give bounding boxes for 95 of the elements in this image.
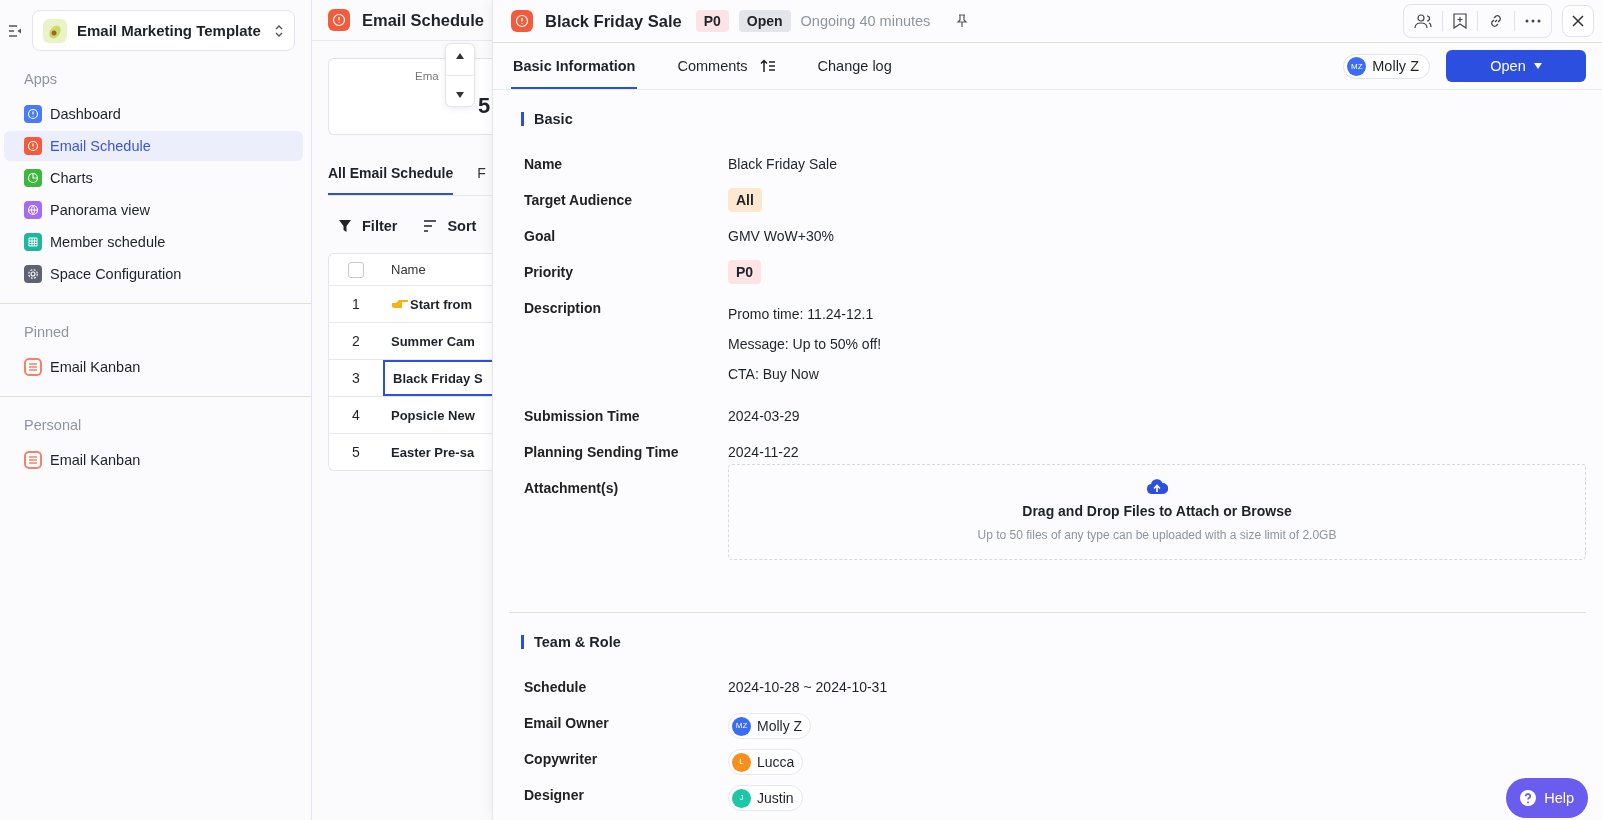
- filter-icon: [338, 219, 352, 233]
- sidebar-item[interactable]: Email Kanban: [4, 445, 303, 475]
- caret-icon: [1533, 63, 1542, 69]
- column-header: Name: [390, 262, 427, 277]
- record-title: Black Friday Sale: [545, 11, 682, 31]
- alert-app-icon: [511, 10, 533, 32]
- field-value: 2024-10-28 ~ 2024-10-31: [728, 679, 888, 695]
- pointing-hand-icon: [391, 298, 409, 310]
- question-icon: [1520, 790, 1537, 806]
- sidebar-item[interactable]: Dashboard: [4, 99, 303, 129]
- help-button[interactable]: Help: [1506, 778, 1588, 818]
- sidebar-item[interactable]: Member schedule: [4, 227, 303, 257]
- field-label: Description: [524, 299, 602, 318]
- assignee-chip[interactable]: MZ Molly Z: [1343, 53, 1430, 79]
- sort-ascending-icon: [759, 59, 776, 73]
- table-cell[interactable]: Start from: [383, 286, 492, 322]
- record-tab[interactable]: Change log: [815, 43, 894, 89]
- row-number: 3: [352, 370, 360, 386]
- down-arrow-icon[interactable]: [455, 90, 465, 99]
- sidebar-item[interactable]: Email Schedule: [4, 131, 303, 161]
- field-label: Designer: [524, 786, 585, 805]
- alert-app-icon: [328, 9, 350, 31]
- record-tab[interactable]: Basic Information: [511, 43, 638, 89]
- field-label: Email Owner: [524, 714, 610, 733]
- close-icon: [1572, 15, 1584, 27]
- person-chip: L Lucca: [728, 749, 804, 775]
- sidebar-item[interactable]: Space Configuration: [4, 259, 303, 289]
- duration-text: Ongoing 40 minutes: [800, 13, 931, 29]
- field-label: Submission Time: [524, 407, 641, 426]
- description-line: CTA: Buy Now: [728, 365, 820, 384]
- avatar: J: [732, 788, 751, 808]
- field-label: Target Audience: [524, 191, 634, 210]
- field-label: Attachment(s): [524, 479, 620, 498]
- up-arrow-icon[interactable]: [455, 51, 465, 60]
- drop-zone-hint: Up to 50 files of any type can be uploaded with a size limit of 2.0GB: [977, 527, 1337, 544]
- description-line: Message: Up to 50% off!: [728, 335, 883, 354]
- row-number: 4: [352, 407, 360, 423]
- stat-label: Ema: [415, 70, 439, 82]
- table-cell[interactable]: Summer Cam: [383, 323, 492, 359]
- sort-icon: [423, 219, 438, 233]
- sort-button[interactable]: Sort: [423, 218, 477, 234]
- option-tag: P0: [728, 260, 762, 284]
- field-value: Black Friday Sale: [728, 156, 837, 172]
- pin-icon[interactable]: [956, 14, 969, 28]
- sidebar-item[interactable]: Panorama view: [4, 195, 303, 225]
- chevron-updown-icon: [274, 23, 284, 38]
- section-heading: Apps: [23, 70, 59, 89]
- avocado-icon: [43, 18, 67, 43]
- collapse-sidebar-icon[interactable]: [8, 24, 22, 37]
- status-tag: P0: [695, 10, 729, 32]
- row-number: 1: [352, 296, 360, 312]
- status-dropdown-button[interactable]: Open: [1446, 50, 1586, 82]
- section-heading: Basic: [521, 112, 1602, 126]
- description-line: Promo time: 11.24-12.1: [728, 305, 875, 324]
- section-heading: Personal: [23, 416, 83, 435]
- section-heading: Pinned: [23, 323, 71, 342]
- view-title: Email Schedule: [362, 10, 484, 30]
- person-chip: MZ Molly Z: [728, 713, 812, 739]
- row-number: 5: [352, 444, 360, 460]
- workspace-switcher[interactable]: Email Marketing Template: [32, 10, 295, 51]
- field-value: GMV WoW+30%: [728, 228, 834, 244]
- link-icon[interactable]: [1488, 13, 1504, 29]
- field-label: Planning Sending Time: [524, 443, 680, 462]
- file-drop-zone[interactable]: Drag and Drop Files to Attach or Browse Up to 50 files of any type can be uploaded with a size limit of 2.0GB: [728, 464, 1586, 560]
- status-tag: Open: [738, 10, 791, 32]
- field-label: Goal: [524, 227, 557, 246]
- sidebar-item[interactable]: Email Kanban: [4, 352, 303, 382]
- field-label: Copywriter: [524, 750, 599, 769]
- field-label: Name: [524, 155, 564, 174]
- field-label: Priority: [524, 263, 574, 282]
- people-icon[interactable]: [1414, 13, 1432, 29]
- table-cell[interactable]: Popsicle New: [383, 397, 492, 433]
- option-tag: All: [728, 188, 762, 212]
- bookmark-icon[interactable]: [1453, 13, 1467, 29]
- person-chip: J Justin: [728, 785, 803, 811]
- drop-zone-title: Drag and Drop Files to Attach or Browse: [1022, 502, 1292, 521]
- view-tab[interactable]: All Email Schedule: [328, 161, 454, 195]
- stat-value: 5: [478, 93, 491, 119]
- field-label: Schedule: [524, 678, 588, 697]
- sidebar-item[interactable]: Charts: [4, 163, 303, 193]
- cloud-upload-icon: [1146, 479, 1168, 495]
- field-value: 2024-11-22: [728, 444, 799, 460]
- close-button[interactable]: [1562, 5, 1594, 37]
- avatar: L: [732, 752, 751, 772]
- record-tab[interactable]: Comments: [675, 43, 778, 89]
- row-number: 2: [352, 333, 360, 349]
- field-value: 2024-03-29: [728, 408, 800, 424]
- more-icon[interactable]: [1525, 19, 1541, 23]
- view-tab[interactable]: F: [477, 161, 486, 195]
- table-cell[interactable]: Easter Pre-sa: [383, 434, 492, 470]
- filter-button[interactable]: Filter: [338, 218, 398, 234]
- avatar: MZ: [1347, 56, 1367, 76]
- select-all-checkbox[interactable]: [348, 262, 364, 279]
- avatar: MZ: [732, 716, 751, 736]
- section-heading: Team & Role: [521, 635, 1602, 649]
